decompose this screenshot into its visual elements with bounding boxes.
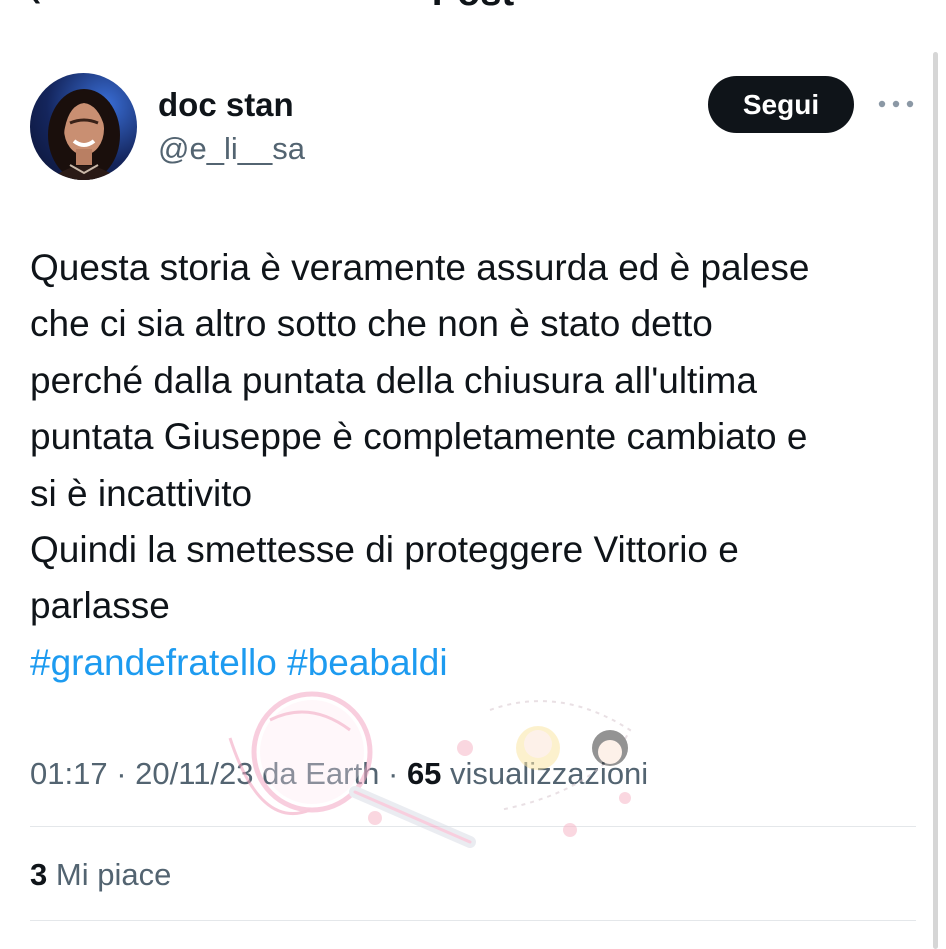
likes-count: 3: [30, 857, 48, 892]
divider: [30, 920, 916, 921]
profile-photo: [48, 89, 120, 180]
divider: [30, 826, 916, 827]
post-text-line: Questa storia è veramente assurda ed è p…: [30, 247, 810, 288]
post-text: Questa storia è veramente assurda ed è p…: [30, 240, 925, 635]
post-source: da Earth: [262, 756, 380, 791]
meta-separator: ·: [116, 756, 127, 791]
post-text-line: Quindi la smettesse di proteggere Vittor…: [30, 529, 739, 571]
likes-stat[interactable]: 3 Mi piace: [30, 853, 171, 897]
hashtags: #grandefratello #beabaldi: [30, 635, 448, 691]
post-text-line: puntata Giuseppe è completamente cambiat…: [30, 416, 808, 458]
top-bar: ‹ Post: [0, 0, 946, 14]
display-name[interactable]: doc stan: [158, 85, 294, 125]
user-handle[interactable]: @e_li__sa: [158, 130, 305, 168]
meta-separator: ·: [387, 756, 399, 791]
hashtag-link[interactable]: #grandefratello: [30, 642, 277, 683]
post-text-line: parlasse: [30, 585, 170, 627]
hashtag-link[interactable]: #beabaldi: [287, 642, 447, 683]
avatar[interactable]: [30, 73, 137, 180]
follow-button[interactable]: Segui: [708, 76, 854, 133]
scrollbar[interactable]: [933, 52, 938, 949]
post-text-line: che ci sia altro sotto che non è stato d…: [30, 303, 713, 345]
post-text-line: perché dalla puntata della chiusura all'…: [30, 359, 757, 401]
post-time[interactable]: 01:17: [30, 756, 108, 791]
post-text-line: si è incattivito: [30, 472, 253, 514]
views-count: 65: [406, 756, 442, 791]
likes-label: Mi piace: [55, 857, 172, 892]
ellipsis-icon[interactable]: [876, 92, 916, 116]
views-label: visualizzazioni: [450, 756, 649, 791]
page-title: Post: [0, 0, 946, 12]
post-meta: 01:17 · 20/11/23 da Earth · 65 visualizz…: [30, 752, 648, 796]
post-date[interactable]: 20/11/23: [135, 756, 253, 791]
